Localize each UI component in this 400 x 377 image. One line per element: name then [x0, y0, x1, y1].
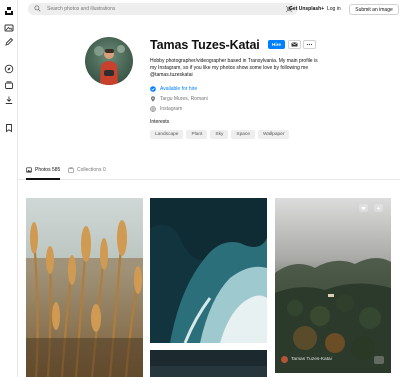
- interests-heading: Interests: [150, 119, 170, 125]
- search-bar[interactable]: Search photos and illustrations: [28, 3, 298, 15]
- photo-icon: [26, 167, 32, 173]
- link-icon: [150, 106, 156, 112]
- photo-author[interactable]: Tamas Tuzes-Katai: [281, 356, 332, 363]
- interest-tag[interactable]: Plant: [186, 130, 208, 139]
- avatar-photo: [85, 37, 133, 85]
- tab-photos[interactable]: Photos 585: [26, 167, 60, 173]
- author-name[interactable]: Tamas Tuzes-Katai: [291, 357, 332, 362]
- profile-instagram[interactable]: Instagram: [150, 106, 182, 112]
- get-unsplash-plus-link[interactable]: Get Unsplash+: [289, 6, 324, 12]
- left-sidebar: [0, 0, 18, 377]
- tab-photos-label: Photos 585: [35, 167, 61, 173]
- active-tab-indicator: [26, 178, 60, 180]
- submit-image-button[interactable]: Submit an image: [349, 4, 399, 15]
- available-for-hire[interactable]: Available for hire: [150, 86, 197, 92]
- top-header: Search photos and illustrations Get Unsp…: [18, 0, 400, 19]
- location-text: Targu Mures, Romani: [160, 96, 208, 102]
- plus-icon: [376, 206, 381, 210]
- search-placeholder[interactable]: Search photos and illustrations: [47, 6, 115, 12]
- interest-tag[interactable]: Sky: [210, 130, 229, 139]
- tab-collections-label: Collections 0: [77, 167, 106, 173]
- photo-dark-partial[interactable]: [150, 350, 267, 377]
- download-photo-button[interactable]: [374, 356, 384, 364]
- interest-tag[interactable]: Wallpaper: [258, 130, 290, 139]
- interest-tag[interactable]: Landscape: [150, 130, 184, 139]
- photo-foggy-forest[interactable]: Tamas Tuzes-Katai: [275, 198, 391, 373]
- tab-collections[interactable]: Collections 0: [68, 167, 106, 173]
- like-button[interactable]: [359, 204, 368, 212]
- dark-image: [150, 350, 267, 377]
- collections-icon[interactable]: [4, 80, 14, 90]
- collections-tab-icon: [68, 167, 74, 173]
- wheat-image: [26, 198, 143, 377]
- heart-icon: [361, 206, 366, 210]
- message-button[interactable]: [288, 40, 301, 49]
- more-options-button[interactable]: [303, 40, 316, 49]
- profile-name: Tamas Tuzes-Katai: [150, 38, 260, 52]
- interest-tag[interactable]: Space: [231, 130, 256, 139]
- wave-image: [150, 198, 267, 343]
- author-avatar: [281, 356, 288, 363]
- location-pin-icon: [150, 96, 156, 102]
- bookmark-icon[interactable]: [4, 123, 14, 133]
- forest-image: [275, 198, 391, 373]
- add-to-collection-button[interactable]: [374, 204, 383, 212]
- profile-tabs: Photos 585 Collections 0: [18, 163, 400, 180]
- login-link[interactable]: Log in: [327, 6, 341, 12]
- interests-tags: Landscape Plant Sky Space Wallpaper: [150, 130, 290, 139]
- pen-icon[interactable]: [4, 37, 14, 47]
- compass-icon[interactable]: [4, 64, 14, 74]
- search-icon: [34, 5, 42, 13]
- profile-location: Targu Mures, Romani: [150, 96, 208, 102]
- photo-ocean-wave[interactable]: [150, 198, 267, 343]
- ellipsis-icon: [306, 43, 313, 46]
- download-icon[interactable]: [4, 95, 14, 105]
- instagram-link[interactable]: Instagram: [160, 106, 182, 112]
- profile-bio: Hobby photographer/videographer based in…: [150, 58, 318, 79]
- photo-wheat-field[interactable]: [26, 198, 143, 377]
- mail-icon: [291, 42, 298, 47]
- check-badge-icon: [150, 86, 156, 92]
- unsplash-logo-icon[interactable]: [4, 6, 14, 16]
- hire-button[interactable]: Hire: [268, 40, 285, 49]
- profile-avatar: [85, 37, 133, 85]
- images-icon[interactable]: [4, 23, 14, 33]
- available-label[interactable]: Available for hire: [160, 86, 197, 92]
- profile-page: Search photos and illustrations Get Unsp…: [0, 0, 400, 377]
